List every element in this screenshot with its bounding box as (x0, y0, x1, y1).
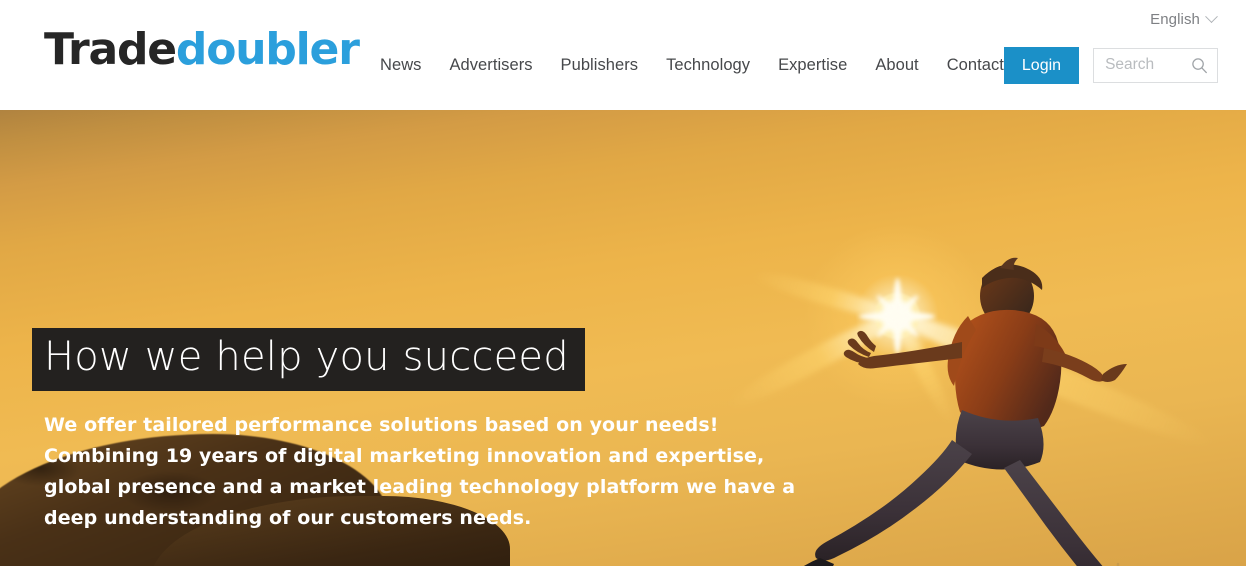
hero-paragraph: We offer tailored performance solutions … (44, 414, 796, 529)
search-box[interactable] (1093, 47, 1218, 83)
nav-item-technology[interactable]: Technology (666, 56, 750, 75)
language-label: English (1150, 11, 1200, 28)
hero-headline: How we help you succeed (44, 334, 569, 380)
nav-item-news[interactable]: News (380, 56, 421, 75)
main-navigation: News Advertisers Publishers Technology E… (380, 44, 1218, 86)
site-header: English Tradedoubler News Advertisers Pu… (0, 0, 1246, 110)
nav-item-about[interactable]: About (875, 56, 918, 75)
nav-item-expertise[interactable]: Expertise (778, 56, 847, 75)
search-icon[interactable] (1191, 57, 1208, 74)
nav-item-advertisers[interactable]: Advertisers (449, 56, 532, 75)
logo-text-trade: Trade (44, 24, 177, 75)
hero-banner: How we help you succeed We offer tailore… (0, 110, 1246, 566)
chevron-down-icon (1205, 10, 1218, 24)
language-selector[interactable]: English (1150, 10, 1218, 28)
login-button[interactable]: Login (1003, 46, 1080, 84)
site-logo[interactable]: Tradedoubler (44, 28, 360, 72)
logo-text-doubler: doubler (175, 24, 360, 75)
nav-item-contact[interactable]: Contact (947, 56, 1004, 75)
nav-item-publishers[interactable]: Publishers (561, 56, 639, 75)
hero-headline-box: How we help you succeed (32, 328, 585, 391)
nav-links: News Advertisers Publishers Technology E… (380, 56, 1004, 75)
